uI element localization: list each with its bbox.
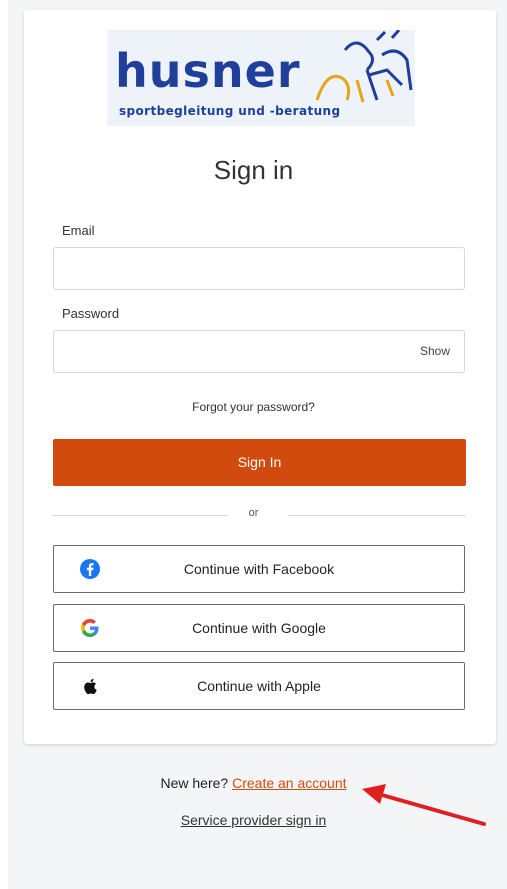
facebook-login-label: Continue with Facebook (183, 561, 335, 577)
show-password-toggle[interactable]: Show (420, 344, 450, 358)
google-login-button[interactable]: Continue with Google (53, 604, 465, 652)
forgot-password-link[interactable]: Forgot your password? (0, 400, 507, 414)
facebook-login-button[interactable]: Continue with Facebook (53, 545, 465, 593)
apple-login-button[interactable]: Continue with Apple (53, 662, 465, 710)
email-field[interactable] (53, 247, 465, 290)
email-label: Email (62, 223, 95, 238)
sign-in-button[interactable]: Sign In (53, 439, 466, 486)
or-separator: or (248, 507, 259, 519)
apple-login-label: Continue with Apple (197, 678, 321, 694)
create-account-link[interactable]: Create an account (232, 775, 346, 791)
annotation-arrow-icon (362, 784, 486, 826)
page-title: Sign in (213, 155, 294, 185)
brand-logo: husner sportbegleitung und -beratung (107, 30, 415, 126)
password-label: Password (62, 306, 120, 321)
new-here-text: New here? (160, 775, 229, 791)
athlete-illustration-icon (315, 30, 413, 103)
logo-wordmark: husner (115, 44, 301, 98)
password-field[interactable]: Show (53, 330, 465, 373)
google-login-label: Continue with Google (192, 620, 326, 636)
